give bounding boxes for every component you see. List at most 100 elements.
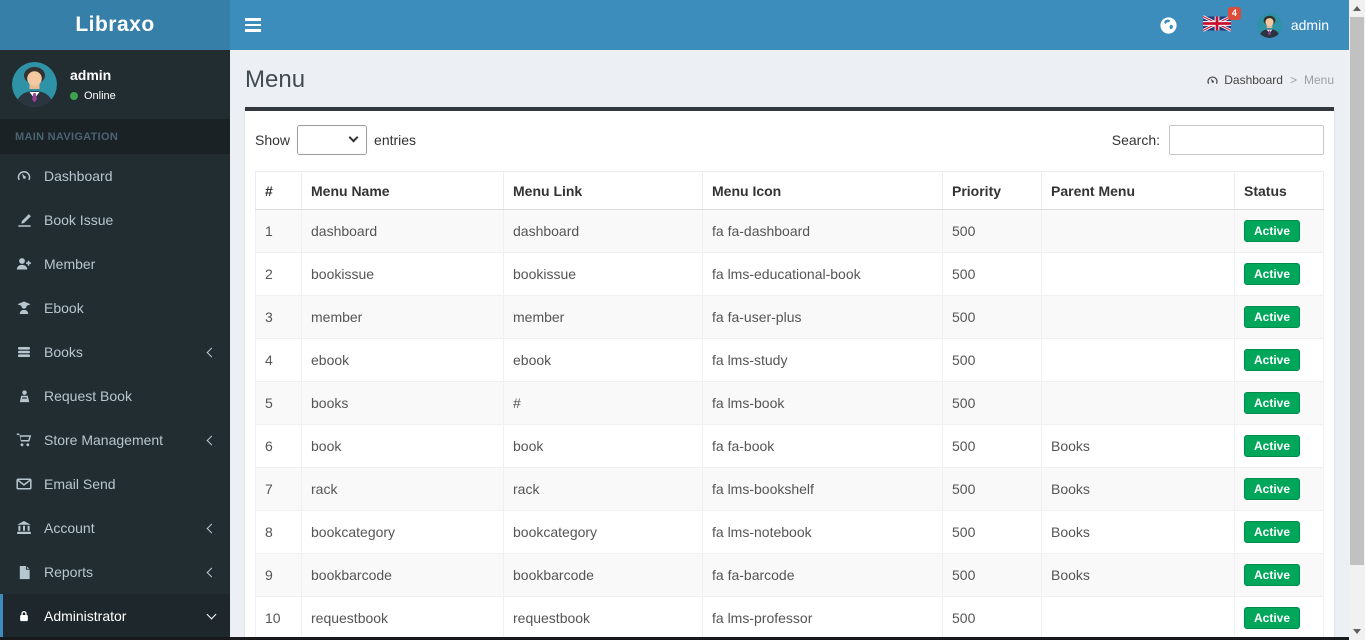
parent-menu-cell [1041, 596, 1235, 640]
sidebar-item-reports[interactable]: Reports [0, 550, 230, 594]
table-row: 7 rack rack fa lms-bookshelf 500 Books A… [255, 467, 1324, 511]
chevron-down-icon [206, 609, 217, 620]
menu-name-cell: ebook [301, 338, 504, 382]
priority-cell: 500 [942, 424, 1042, 468]
envelope-icon [15, 476, 33, 492]
ebook-icon [15, 300, 33, 316]
menu-link-cell: # [503, 381, 703, 425]
chevron-left-icon [206, 435, 217, 445]
menu-link-cell: dashboard [503, 209, 703, 253]
entries-label: entries [374, 132, 417, 148]
table-row: 5 books # fa lms-book 500 Active [255, 381, 1324, 425]
sidebar-toggle-button[interactable] [230, 0, 275, 50]
file-icon [15, 565, 33, 580]
row-number-cell: 4 [255, 338, 302, 382]
content-area: Menu Dashboard > Menu Show entries Searc… [230, 50, 1349, 640]
parent-menu-cell [1041, 338, 1235, 382]
status-badge[interactable]: Active [1244, 392, 1301, 414]
parent-menu-cell: Books [1041, 553, 1235, 597]
sidebar-item-books[interactable]: Books [0, 330, 230, 374]
globe-icon[interactable] [1160, 16, 1177, 34]
content-box: Show entries Search: # Menu Name Menu Li… [245, 107, 1334, 640]
sidebar-item-ebook[interactable]: Ebook [0, 286, 230, 330]
status-badge[interactable]: Active [1244, 349, 1301, 371]
breadcrumb: Dashboard > Menu [1206, 73, 1334, 87]
menu-icon-cell: fa lms-notebook [702, 510, 943, 554]
row-number-cell: 10 [255, 596, 302, 640]
language-flag-button[interactable]: 4 [1202, 7, 1241, 35]
table-row: 4 ebook ebook fa lms-study 500 Active [255, 338, 1324, 382]
status-badge[interactable]: Active [1244, 263, 1301, 285]
menu-table-body: 1 dashboard dashboard fa fa-dashboard 50… [255, 209, 1324, 640]
column-header-priority[interactable]: Priority [942, 171, 1042, 210]
chevron-left-icon [206, 347, 217, 357]
dashboard-icon [1207, 75, 1218, 84]
status-cell: Active [1234, 510, 1324, 554]
sidebar-item-store-management[interactable]: Store Management [0, 418, 230, 462]
vertical-scrollbar[interactable] [1349, 0, 1365, 640]
column-header-status[interactable]: Status [1234, 171, 1324, 210]
sidebar-menu: Dashboard Book Issue Member Ebook Books [0, 154, 230, 638]
status-badge[interactable]: Active [1244, 220, 1301, 242]
menu-icon-cell: fa lms-study [702, 338, 943, 382]
column-header-menu-link[interactable]: Menu Link [503, 171, 703, 210]
app-logo[interactable]: Libraxo [0, 0, 230, 50]
menu-name-cell: bookcategory [301, 510, 504, 554]
status-badge[interactable]: Active [1244, 564, 1301, 586]
navbar-user-menu[interactable]: admin [1256, 12, 1329, 38]
menu-link-cell: ebook [503, 338, 703, 382]
menu-name-cell: book [301, 424, 504, 468]
column-header-menu-icon[interactable]: Menu Icon [702, 171, 943, 210]
column-header-number[interactable]: # [255, 171, 302, 210]
brand-title: Libraxo [75, 13, 155, 36]
cart-icon [15, 432, 33, 448]
sidebar-item-book-issue[interactable]: Book Issue [0, 198, 230, 242]
books-icon [15, 344, 33, 360]
chevron-left-icon [206, 523, 217, 533]
status-badge[interactable]: Active [1244, 435, 1301, 457]
status-badge[interactable]: Active [1244, 478, 1301, 500]
parent-menu-cell [1041, 252, 1235, 296]
row-number-cell: 1 [255, 209, 302, 253]
user-plus-icon [15, 256, 33, 272]
priority-cell: 500 [942, 381, 1042, 425]
menu-name-cell: member [301, 295, 504, 339]
sidebar-item-email-send[interactable]: Email Send [0, 462, 230, 506]
sidebar-item-dashboard[interactable]: Dashboard [0, 154, 230, 198]
user-name: admin [70, 67, 112, 83]
sidebar-item-request-book[interactable]: Request Book [0, 374, 230, 418]
search-label: Search: [1111, 132, 1160, 148]
page-title: Menu [245, 66, 306, 93]
breadcrumb-dashboard-link[interactable]: Dashboard [1206, 73, 1283, 87]
table-row: 9 bookbarcode bookbarcode fa fa-barcode … [255, 553, 1324, 597]
page-length-select[interactable] [297, 125, 368, 155]
sidebar-item-member[interactable]: Member [0, 242, 230, 286]
column-header-menu-name[interactable]: Menu Name [301, 171, 504, 210]
priority-cell: 500 [942, 467, 1042, 511]
status-badge[interactable]: Active [1244, 607, 1301, 629]
column-header-parent-menu[interactable]: Parent Menu [1041, 171, 1235, 210]
search-input[interactable] [1169, 125, 1324, 155]
menu-icon-cell: fa lms-book [702, 381, 943, 425]
scrollbar-thumb[interactable] [1350, 17, 1364, 565]
table-header-row: # Menu Name Menu Link Menu Icon Priority… [255, 171, 1324, 210]
parent-menu-cell [1041, 209, 1235, 253]
scroll-down-button[interactable] [1349, 623, 1365, 640]
status-cell: Active [1234, 338, 1324, 382]
status-cell: Active [1234, 467, 1324, 511]
user-status[interactable]: Online [70, 90, 116, 102]
menu-link-cell: rack [503, 467, 703, 511]
status-badge[interactable]: Active [1244, 521, 1301, 543]
table-row: 2 bookissue bookissue fa lms-educational… [255, 252, 1324, 296]
online-dot [70, 92, 78, 100]
sidebar-item-administrator[interactable]: Administrator [0, 594, 230, 638]
book-issue-icon [15, 213, 33, 228]
parent-menu-cell [1041, 381, 1235, 425]
sidebar-item-account[interactable]: Account [0, 506, 230, 550]
bank-icon [15, 520, 33, 536]
row-number-cell: 3 [255, 295, 302, 339]
priority-cell: 500 [942, 295, 1042, 339]
scroll-up-button[interactable] [1349, 0, 1365, 17]
status-badge[interactable]: Active [1244, 306, 1301, 328]
row-number-cell: 2 [255, 252, 302, 296]
